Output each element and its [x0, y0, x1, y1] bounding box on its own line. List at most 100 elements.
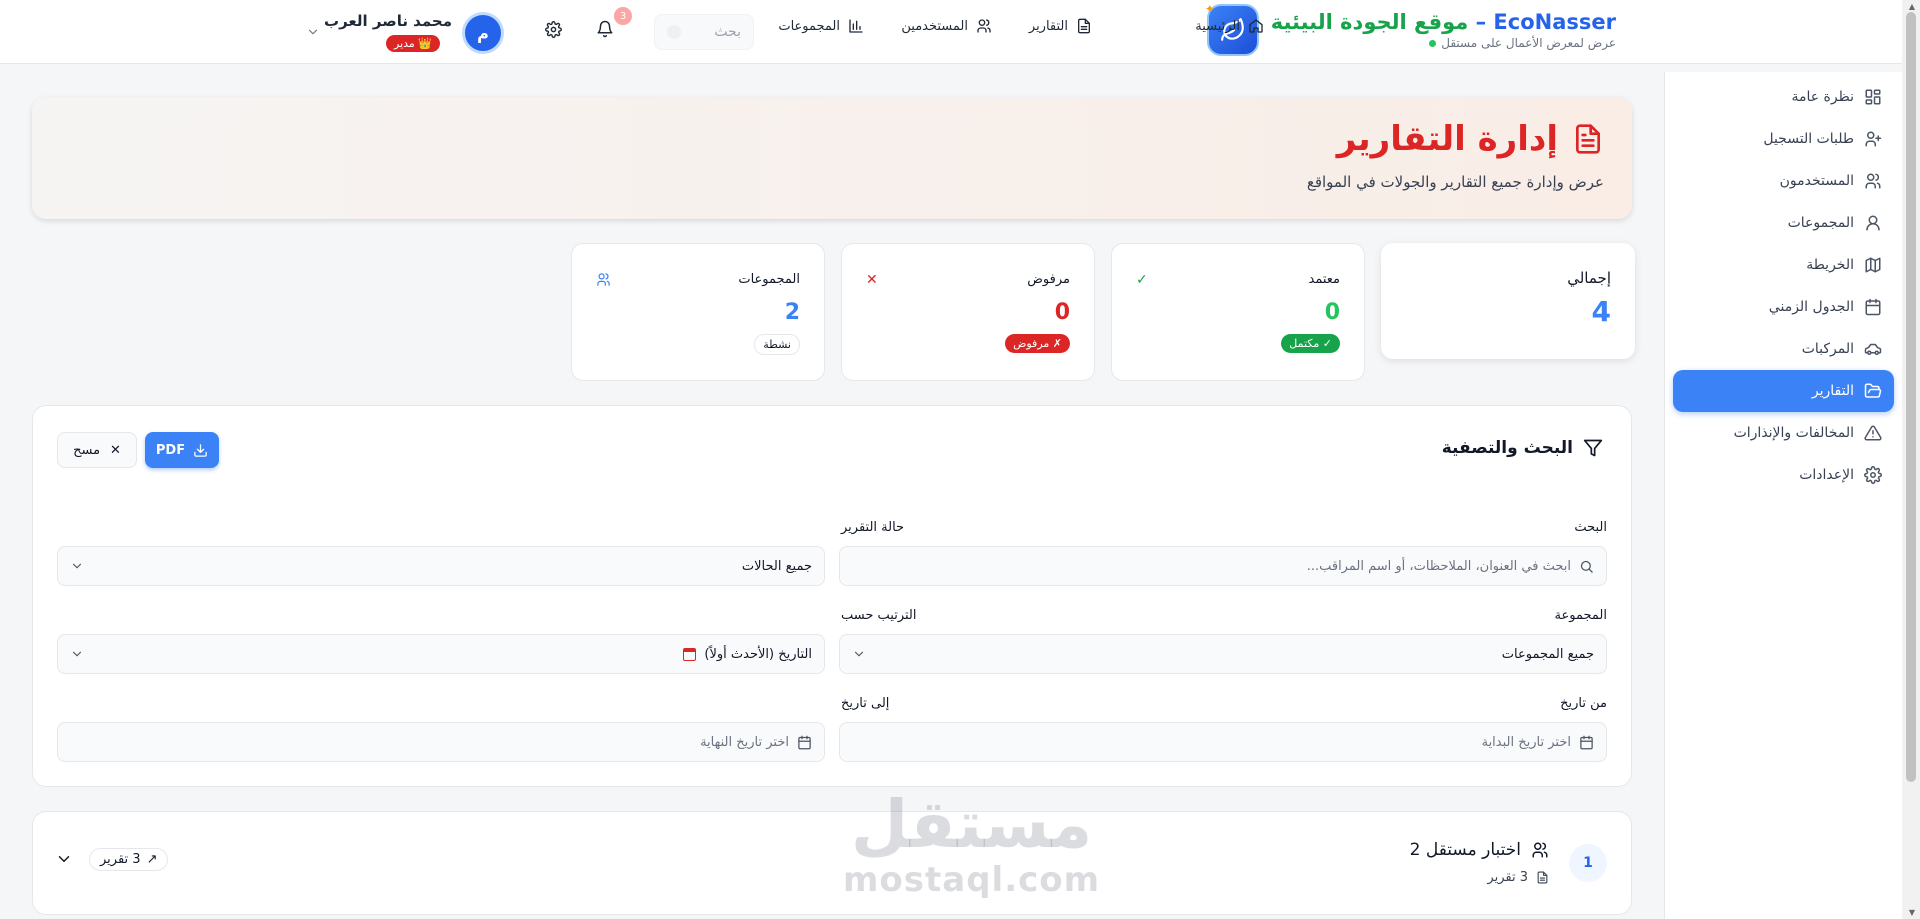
- sidebar: نظرة عامة طلبات التسجيل المستخدمون المجموعا…: [1664, 72, 1902, 919]
- from-date-input[interactable]: اختر تاريخ البداية: [839, 722, 1607, 762]
- nav-groups[interactable]: المجموعات: [778, 18, 864, 34]
- stat-groups-label: المجموعات: [738, 272, 800, 287]
- brand-text: EcoNasser – موقع الجودة البيئية عرض لمعر…: [1271, 10, 1616, 50]
- chevron-down-icon: [72, 563, 82, 569]
- group-number: 1: [1569, 844, 1607, 882]
- gear-icon: [1864, 466, 1882, 484]
- brand[interactable]: EcoNasser – موقع الجودة البيئية عرض لمعر…: [1205, 2, 1616, 56]
- scroll-down-arrow-icon[interactable]: ▼: [1909, 908, 1915, 917]
- report-search-input[interactable]: ابحث في العنوان، الملاحظات، أو اسم المرا…: [839, 546, 1607, 586]
- search-placeholder: بحث: [714, 24, 741, 40]
- sidebar-item[interactable]: المخالفات والإنذارات: [1673, 412, 1894, 454]
- sidebar-item[interactable]: المركبات: [1673, 328, 1894, 370]
- calendar-icon: [1865, 298, 1881, 316]
- group-row[interactable]: 1 اختبار مستقل 2 3 تقرير ↗ 3 تقرير: [32, 811, 1632, 915]
- sidebar-item-label: المستخدمون: [1779, 173, 1854, 189]
- sidebar-item-label: المركبات: [1801, 341, 1854, 357]
- sort-select-value: التاريخ (الأحدث أولاً): [704, 646, 812, 662]
- sort-select[interactable]: التاريخ (الأحدث أولاً): [57, 634, 825, 674]
- export-pdf-button[interactable]: PDF: [145, 432, 219, 468]
- sidebar-item[interactable]: الخريطة: [1673, 244, 1894, 286]
- stat-approved-label: معتمد: [1308, 272, 1341, 287]
- to-date-placeholder: اختر تاريخ النهاية: [700, 734, 789, 750]
- sidebar-item[interactable]: المستخدمون: [1673, 160, 1894, 202]
- user-plus-icon: [1865, 131, 1882, 147]
- brand-title: EcoNasser – موقع الجودة البيئية: [1271, 10, 1616, 34]
- sidebar-item[interactable]: التقارير: [1673, 370, 1894, 412]
- user-name[interactable]: محمد ناصر العرب: [312, 12, 452, 30]
- group-label: المجموعة: [1554, 608, 1607, 623]
- chevron-down-icon[interactable]: [306, 24, 320, 43]
- bar-chart-icon: [849, 19, 863, 33]
- stat-groups: المجموعات 2 نشطة: [571, 243, 825, 381]
- stat-rejected-badge: ✗ مرفوض: [1005, 334, 1070, 353]
- search-label: البحث: [1574, 520, 1607, 535]
- search-input[interactable]: بحث: [654, 14, 754, 50]
- stat-approved-badge: ✓ مكتمل: [1281, 334, 1340, 353]
- brand-subtitle-text: عرض لمعرض الأعمال على مستقل: [1441, 36, 1616, 50]
- search-icon: [1580, 560, 1593, 573]
- expand-chevron-icon[interactable]: [55, 850, 73, 872]
- stat-total: إجمالي 4: [1381, 243, 1635, 359]
- status-select[interactable]: جميع الحالات: [57, 546, 825, 586]
- brand-subtitle: عرض لمعرض الأعمال على مستقل: [1271, 36, 1616, 50]
- filter-title: البحث والتصفية: [1442, 438, 1603, 458]
- calendar-icon: [798, 735, 811, 749]
- sidebar-item-label: الخريطة: [1806, 257, 1854, 273]
- stat-groups-value: 2: [784, 300, 800, 325]
- sidebar-item-label: طلبات التسجيل: [1763, 131, 1854, 147]
- home-icon: [1249, 19, 1263, 33]
- page-scrollbar[interactable]: ▲ ▼: [1902, 0, 1920, 919]
- close-icon: ✕: [110, 442, 121, 458]
- x-icon: ✕: [866, 272, 878, 288]
- group-select[interactable]: جميع المجموعات: [839, 634, 1607, 674]
- sidebar-item-label: المخالفات والإنذارات: [1733, 425, 1854, 441]
- page-header: إدارة التقارير عرض وإدارة جميع التقارير …: [32, 97, 1632, 219]
- nav-users-label: المستخدمين: [901, 18, 968, 34]
- nav-home-label: الرئيسية: [1195, 18, 1240, 34]
- from-date-placeholder: اختر تاريخ البداية: [1481, 734, 1571, 750]
- sidebar-item[interactable]: الإعدادات: [1673, 454, 1894, 496]
- sidebar-item[interactable]: نظرة عامة: [1673, 76, 1894, 118]
- watermark: مستقل mostaql.com: [843, 790, 1101, 901]
- to-date-input[interactable]: اختر تاريخ النهاية: [57, 722, 825, 762]
- scroll-up-arrow-icon[interactable]: ▲: [1909, 2, 1915, 11]
- sidebar-item[interactable]: المجموعات: [1673, 202, 1894, 244]
- chevron-down-icon: [854, 651, 864, 657]
- stat-approved: معتمد ✓ 0 ✓ مكتمل: [1111, 243, 1365, 381]
- brand-title-en: EcoNasser: [1493, 10, 1616, 34]
- nav-reports[interactable]: التقارير: [1029, 18, 1092, 34]
- warning-icon: [1864, 425, 1882, 441]
- brand-title-ar: موقع الجودة البيئية: [1270, 10, 1469, 34]
- sidebar-item-label: المجموعات: [1787, 215, 1854, 231]
- nav-users[interactable]: المستخدمين: [901, 18, 992, 34]
- trending-up-icon: ↗: [146, 852, 158, 867]
- sidebar-item-label: التقارير: [1811, 383, 1854, 399]
- sidebar-item[interactable]: الجدول الزمني: [1673, 286, 1894, 328]
- watermark-en: mostaql.com: [843, 860, 1101, 900]
- map-icon: [1865, 257, 1881, 273]
- stat-rejected-label: مرفوض: [1027, 272, 1070, 287]
- brand-title-sep: –: [1468, 10, 1494, 34]
- users-icon: [1532, 842, 1548, 858]
- settings-gear-icon[interactable]: [545, 21, 562, 42]
- notification-count-badge: 3: [614, 7, 632, 25]
- sort-label: الترتيب حسب: [841, 608, 917, 623]
- nav-groups-label: المجموعات: [778, 18, 840, 34]
- sidebar-item-label: نظرة عامة: [1791, 89, 1854, 105]
- file-icon: [1078, 18, 1090, 34]
- document-icon: [1576, 124, 1600, 154]
- sidebar-item-label: الإعدادات: [1799, 467, 1854, 483]
- sidebar-item[interactable]: طلبات التسجيل: [1673, 118, 1894, 160]
- group-title: اختبار مستقل 2: [1410, 840, 1549, 860]
- scroll-thumb[interactable]: [1906, 12, 1916, 782]
- clear-filters-button[interactable]: ✕ مسح: [57, 432, 137, 468]
- file-icon: [1537, 871, 1548, 884]
- avatar[interactable]: م: [462, 12, 504, 54]
- calendar-emoji-icon: [683, 647, 697, 661]
- nav-home[interactable]: الرئيسية: [1195, 18, 1264, 34]
- bell-icon[interactable]: [596, 20, 614, 42]
- from-date-label: من تاريخ: [1560, 696, 1607, 711]
- top-bar: EcoNasser – موقع الجودة البيئية عرض لمعر…: [0, 0, 1902, 64]
- group-report-count-text: 3 تقرير: [1487, 870, 1528, 885]
